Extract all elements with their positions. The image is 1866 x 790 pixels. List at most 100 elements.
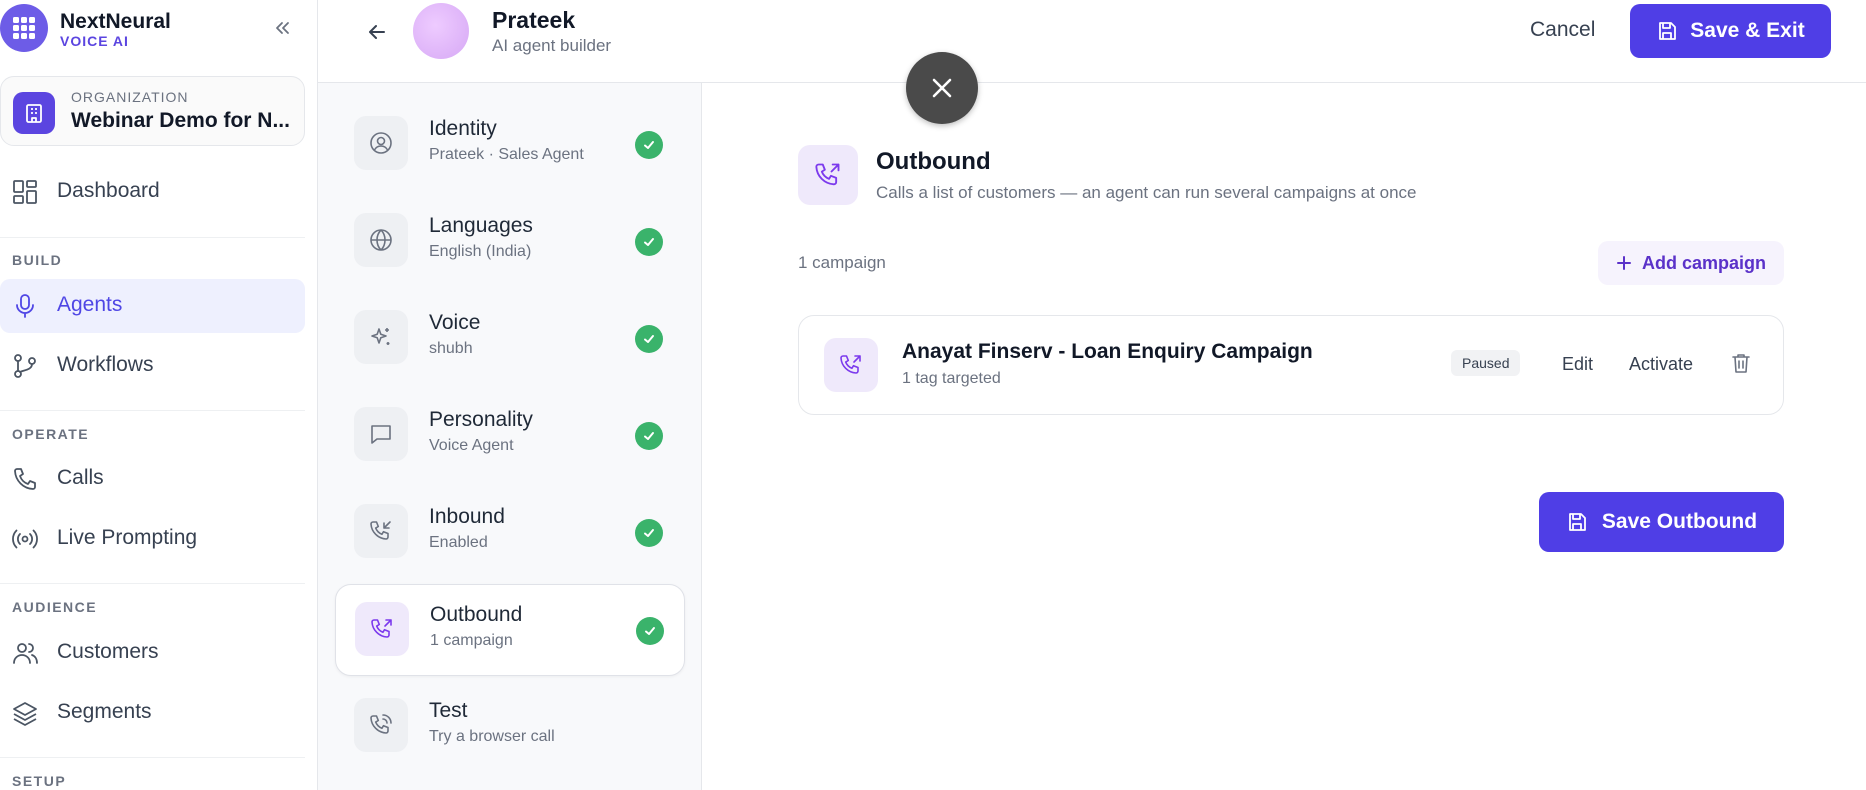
top-bar: Prateek AI agent builder Cancel Save & E… [318,0,1866,83]
step-subtitle: Prateek · Sales Agent [429,146,584,163]
agent-name: Prateek [492,7,576,33]
check-icon [635,325,663,353]
sidebar-item-agents[interactable]: Agents [0,279,305,333]
campaign-targeting: 1 tag targeted [902,370,1001,387]
agent-subtitle: AI agent builder [492,36,612,55]
organization-name: Webinar Demo for N... [71,109,290,132]
status-badge: Paused [1451,350,1521,376]
step-inbound[interactable]: Inbound Enabled [335,487,685,579]
step-title: Voice [429,311,481,334]
app-grid-icon[interactable] [0,4,48,52]
save-outbound-button[interactable]: Save Outbound [1539,492,1784,552]
sidebar-item-live-prompting[interactable]: Live Prompting [0,512,305,566]
save-icon [1566,511,1588,533]
sidebar-item-dashboard[interactable]: Dashboard [0,165,305,219]
sidebar-item-label: Customers [57,640,159,663]
phone-outgoing-icon [798,145,858,205]
check-icon [635,519,663,547]
organization-switcher[interactable]: ORGANIZATION Webinar Demo for N... [0,76,305,146]
phone-call-icon [354,698,408,752]
organization-label: ORGANIZATION [71,89,189,105]
step-title: Inbound [429,505,505,528]
sidebar-item-calls[interactable]: Calls [0,452,305,506]
sidebar-item-label: Calls [57,466,104,489]
step-personality[interactable]: Personality Voice Agent [335,390,685,482]
agent-avatar [413,3,469,59]
sidebar-item-label: Live Prompting [57,526,198,549]
brand-name: NextNeural [60,10,171,33]
save-outbound-label: Save Outbound [1601,510,1758,533]
users-icon [12,640,38,666]
step-test[interactable]: Test Try a browser call [335,681,685,773]
workflow-icon [12,353,38,379]
globe-icon [354,213,408,267]
step-subtitle: shubh [429,340,473,357]
plus-icon [1616,255,1632,271]
section-label-build: BUILD [12,252,63,268]
sidebar: NextNeural VOICE AI ORGANIZATION Webinar… [0,0,318,790]
divider [0,583,305,584]
broadcast-icon [12,526,38,552]
campaign-card[interactable]: Anayat Finserv - Loan Enquiry Campaign 1… [798,315,1784,415]
check-icon [635,422,663,450]
collapse-sidebar-icon[interactable] [270,16,294,40]
step-subtitle: Try a browser call [429,728,555,745]
add-campaign-label: Add campaign [1641,252,1766,273]
campaign-name: Anayat Finserv - Loan Enquiry Campaign [902,340,1313,363]
back-arrow-icon[interactable] [364,19,390,45]
step-title: Personality [429,408,533,431]
step-title: Test [429,699,468,722]
outbound-panel: Outbound Calls a list of customers — an … [703,83,1866,790]
step-languages[interactable]: Languages English (India) [335,196,685,288]
sidebar-item-segments[interactable]: Segments [0,686,305,740]
edit-campaign-button[interactable]: Edit [1562,354,1593,375]
microphone-icon [12,293,38,319]
trash-icon[interactable] [1728,350,1754,376]
step-identity[interactable]: Identity Prateek · Sales Agent [335,99,685,191]
campaign-count: 1 campaign [798,253,886,272]
save-icon [1656,20,1678,42]
step-title: Outbound [430,603,523,626]
close-icon[interactable] [906,52,978,124]
phone-outgoing-icon [355,602,409,656]
sidebar-item-workflows[interactable]: Workflows [0,339,305,393]
divider [0,237,305,238]
step-subtitle: Voice Agent [429,437,514,454]
building-icon [13,92,55,134]
step-outbound[interactable]: Outbound 1 campaign [335,584,685,676]
sidebar-item-label: Segments [57,700,152,723]
brand: NextNeural VOICE AI [0,0,317,56]
check-icon [635,228,663,256]
step-subtitle: English (India) [429,243,532,260]
step-subtitle: Enabled [429,534,488,551]
sidebar-item-label: Workflows [57,353,154,376]
section-title: Outbound [876,148,991,175]
phone-icon [12,466,38,492]
brand-subtitle: VOICE AI [60,33,129,49]
dashboard-icon [12,179,38,205]
step-title: Identity [429,117,497,140]
phone-incoming-icon [354,504,408,558]
message-icon [354,407,408,461]
step-title: Languages [429,214,533,237]
layers-icon [12,700,38,726]
section-label-operate: OPERATE [12,426,90,442]
check-icon [636,617,664,645]
cancel-button[interactable]: Cancel [1530,18,1595,42]
section-label-setup: SETUP [12,773,67,789]
sidebar-item-label: Dashboard [57,179,160,202]
step-subtitle: 1 campaign [430,632,513,649]
save-exit-label: Save & Exit [1690,19,1805,42]
divider [0,410,305,411]
sparkles-icon [354,310,408,364]
section-description: Calls a list of customers — an agent can… [876,183,1417,202]
step-voice[interactable]: Voice shubh [335,293,685,385]
activate-campaign-button[interactable]: Activate [1629,354,1693,375]
sidebar-item-customers[interactable]: Customers [0,626,305,680]
save-exit-button[interactable]: Save & Exit [1630,4,1831,58]
section-label-audience: AUDIENCE [12,599,98,615]
add-campaign-button[interactable]: Add campaign [1598,241,1784,285]
builder-steps: Identity Prateek · Sales Agent Languages… [318,83,702,790]
user-circle-icon [354,116,408,170]
check-icon [635,131,663,159]
